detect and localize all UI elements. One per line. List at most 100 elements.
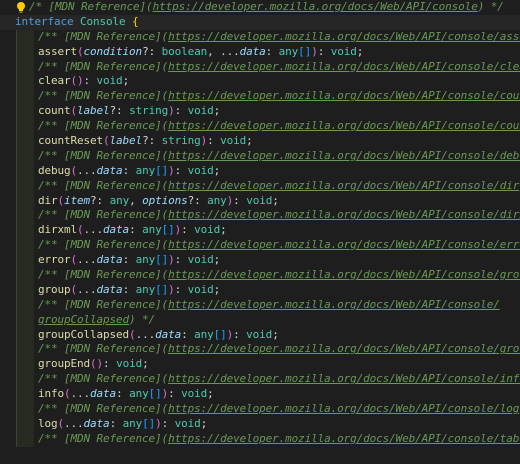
token: data: [83, 416, 110, 430]
code-line[interactable]: groupEnd(): void;: [0, 357, 520, 373]
code-line[interactable]: info(...data: any[]): void;: [0, 387, 520, 403]
token: ?:: [90, 193, 110, 207]
token: ?:: [142, 44, 162, 58]
code-editor[interactable]: /* [MDN Reference](https://developer.moz…: [0, 0, 520, 464]
token: :: [103, 357, 117, 371]
token: :: [174, 163, 188, 177]
token[interactable]: https://developer.mozilla.org/docs/Web/A…: [168, 179, 519, 192]
code-line[interactable]: error(...data: any[]): void;: [0, 253, 520, 269]
token[interactable]: groupCollapsed: [38, 313, 129, 326]
code-line[interactable]: group(...data: any[]): void;: [0, 282, 520, 298]
token: string: [161, 134, 201, 148]
token[interactable]: https://developer.mozilla.org/docs/Web/A…: [168, 432, 520, 445]
code-text: groupCollapsed(...data: any[]): void;: [38, 328, 520, 343]
code-line[interactable]: /** [MDN Reference](https://developer.mo…: [0, 238, 520, 254]
code-text: group(...data: any[]): void;: [38, 283, 520, 298]
token: (): [70, 74, 84, 88]
indent-highlight: [17, 74, 34, 90]
code-line[interactable]: groupCollapsed(...data: any[]): void;: [0, 327, 520, 343]
code-line[interactable]: clear(): void;: [0, 74, 520, 90]
code-line[interactable]: /** [MDN Reference](https://developer.mo…: [0, 178, 520, 194]
token: []: [155, 282, 169, 296]
token: error: [38, 253, 71, 267]
code-line[interactable]: debug(...data: any[]): void;: [0, 163, 520, 179]
code-line[interactable]: /** [MDN Reference](https://developer.mo…: [0, 268, 520, 283]
indent-guide: [16, 223, 17, 239]
token: , ...: [207, 44, 240, 58]
token[interactable]: https://developer.mozilla.org/docs/Web/A…: [168, 119, 520, 132]
indent-highlight: [17, 119, 34, 135]
code-line[interactable]: /** [MDN Reference](https://developer.mo…: [0, 342, 520, 358]
token: void: [194, 223, 221, 237]
doc-comment: /** [MDN Reference](https://developer.mo…: [38, 60, 520, 75]
token: void: [187, 104, 214, 118]
token[interactable]: https://developer.mozilla.org/docs/Web/A…: [168, 298, 500, 311]
token: group: [38, 282, 71, 296]
token[interactable]: https://developer.mozilla.org/docs/Web/A…: [168, 149, 520, 162]
code-line[interactable]: countReset(label?: string): void;: [0, 134, 520, 149]
code-line[interactable]: log(...data: any[]): void;: [0, 416, 520, 432]
code-line[interactable]: /** [MDN Reference](https://developer.mo…: [0, 89, 520, 105]
token: []: [298, 44, 312, 58]
code-line[interactable]: /* [MDN Reference](https://developer.moz…: [0, 0, 520, 15]
code-line[interactable]: /** [MDN Reference](https://developer.mo…: [0, 29, 520, 45]
code-line[interactable]: assert(condition?: boolean, ...data: any…: [0, 44, 520, 60]
token[interactable]: https://developer.mozilla.org/docs/Web/A…: [153, 0, 478, 13]
indent-guide: [16, 89, 17, 105]
token: ) */: [129, 312, 156, 326]
token[interactable]: https://developer.mozilla.org/docs/Web/A…: [168, 402, 519, 415]
code-line[interactable]: /** [MDN Reference](https://developer.mo…: [0, 402, 520, 417]
token: ?:: [187, 193, 208, 207]
code-text: dirxml(...data: any[]): void;: [38, 223, 520, 238]
indent-highlight: [17, 193, 34, 209]
indent-highlight: [17, 44, 34, 60]
code-line[interactable]: /** [MDN Reference](https://developer.mo…: [0, 431, 520, 447]
token[interactable]: https://developer.mozilla.org/docs/Web/A…: [168, 208, 520, 221]
indent-highlight: [17, 59, 34, 75]
indent-guide: [16, 312, 17, 328]
code-line[interactable]: interface Console {: [0, 14, 520, 30]
token: /** [MDN Reference](: [38, 402, 169, 416]
token[interactable]: https://developer.mozilla.org/docs/Web/A…: [168, 372, 520, 385]
code-line[interactable]: count(label?: string): void;: [0, 104, 520, 120]
token[interactable]: https://developer.mozilla.org/docs/Web/A…: [168, 30, 520, 43]
token: :: [116, 387, 130, 401]
code-line[interactable]: /** [MDN Reference](https://developer.mo…: [0, 297, 520, 313]
indent-highlight: [17, 89, 34, 105]
code-line[interactable]: /** [MDN Reference](https://developer.mo…: [0, 208, 520, 224]
code-text: debug(...data: any[]): void;: [38, 164, 520, 179]
indent-guide: [16, 431, 17, 447]
token[interactable]: https://developer.mozilla.org/docs/Web/A…: [168, 89, 520, 102]
indent-guide: [16, 119, 17, 135]
code-line[interactable]: groupCollapsed) */: [0, 312, 520, 328]
token: data: [155, 327, 182, 341]
lightbulb-icon[interactable]: [15, 1, 27, 14]
token: void: [246, 327, 273, 341]
code-line[interactable]: dir(item?: any, options?: any): void;: [0, 193, 520, 209]
token: label: [77, 104, 110, 118]
token: string: [129, 104, 169, 118]
token: debug: [38, 163, 71, 177]
token[interactable]: https://developer.mozilla.org/docs/Web/A…: [168, 342, 520, 355]
token: condition: [83, 44, 143, 58]
code-line[interactable]: dirxml(...data: any[]): void;: [0, 223, 520, 239]
code-line[interactable]: /** [MDN Reference](https://developer.mo…: [0, 372, 520, 388]
token: :: [83, 74, 97, 88]
token: void: [181, 387, 208, 401]
token: []: [155, 253, 169, 267]
indent-highlight: [17, 387, 34, 403]
indent-highlight: [17, 312, 34, 328]
token[interactable]: https://developer.mozilla.org/docs/Web/A…: [168, 268, 520, 281]
token: ?:: [109, 104, 130, 118]
indent-highlight: [17, 327, 34, 343]
token: groupEnd: [38, 357, 91, 371]
token: ;: [272, 327, 279, 341]
code-line[interactable]: /** [MDN Reference](https://developer.mo…: [0, 59, 520, 75]
token: ;: [142, 357, 149, 371]
code-line[interactable]: /** [MDN Reference](https://developer.mo…: [0, 148, 520, 164]
token[interactable]: https://developer.mozilla.org/docs/Web/A…: [168, 60, 520, 73]
code-text: clear(): void;: [38, 74, 520, 89]
token[interactable]: https://developer.mozilla.org/docs/Web/A…: [168, 238, 520, 251]
token: :: [122, 253, 136, 267]
code-line[interactable]: /** [MDN Reference](https://developer.mo…: [0, 119, 520, 135]
